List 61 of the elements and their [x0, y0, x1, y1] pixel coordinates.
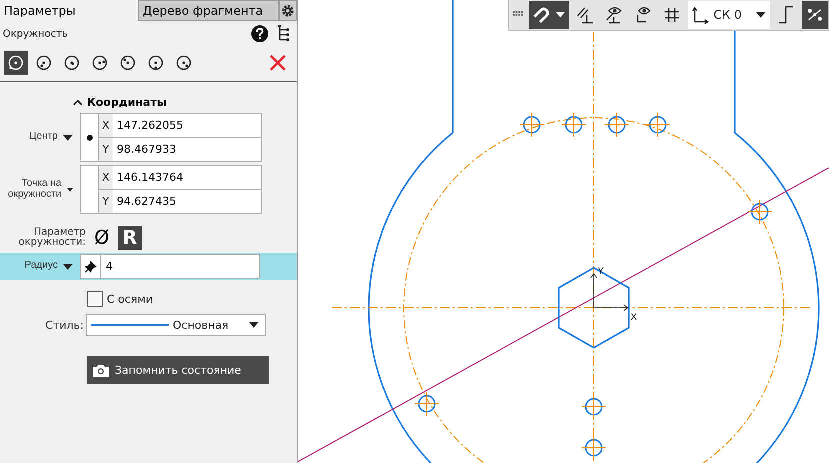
axis-label: Y [99, 138, 113, 161]
panel-title: Окружность [3, 28, 70, 40]
circle-icon [147, 54, 165, 72]
style-label: Стиль: [44, 318, 85, 332]
caret-icon[interactable] [66, 186, 73, 192]
toolbar-button[interactable] [529, 1, 569, 29]
hole [520, 112, 544, 138]
checkbox[interactable] [87, 291, 103, 307]
circle-icon [35, 54, 53, 72]
axis-label: X [631, 312, 638, 322]
circle-icon [119, 54, 137, 72]
settings-button[interactable] [279, 0, 297, 21]
caret-icon [556, 12, 566, 18]
hole [582, 394, 606, 420]
radius-field[interactable]: 4 [101, 254, 260, 279]
eye-icon [604, 6, 623, 24]
coordinate-system-dropdown[interactable]: СК 0 [688, 1, 770, 29]
caret-icon [249, 322, 259, 328]
caret-icon[interactable] [63, 264, 73, 270]
radius-label: Радиус [24, 261, 58, 272]
point-label: Точка на окружности [7, 179, 62, 200]
axis-label: Y [99, 190, 113, 213]
caret-icon [756, 12, 766, 18]
circle-icon [7, 54, 25, 72]
snap-icon [806, 6, 824, 24]
checkbox-label: С осями [107, 292, 154, 306]
circle-icon [91, 54, 109, 72]
panel-tab[interactable]: Дерево фрагмента [138, 0, 279, 21]
grip-icon[interactable] [513, 11, 524, 19]
circle-icon [63, 54, 81, 72]
step-line-icon [778, 6, 794, 24]
point-label: Центр [29, 132, 58, 143]
section-header[interactable]: Координаты [73, 96, 167, 109]
hole [646, 112, 670, 138]
axis-label: X [99, 114, 113, 137]
help-icon[interactable] [251, 25, 269, 43]
close-icon[interactable] [269, 54, 287, 72]
toolbar-button[interactable] [802, 1, 828, 29]
magnet-icon [532, 6, 550, 24]
parameter-label: Параметр окружности: [18, 228, 86, 248]
parallel-lines-icon [576, 6, 594, 24]
caret-icon[interactable] [63, 134, 73, 140]
camera-icon [93, 364, 109, 376]
parameter-option[interactable]: Ø [90, 226, 114, 250]
axes-arrow [590, 273, 629, 312]
hole [604, 112, 630, 138]
axes-icon [692, 6, 710, 24]
axis-label: X [99, 166, 113, 189]
tree-icon[interactable] [277, 25, 291, 43]
circle-mode-button[interactable] [4, 51, 28, 75]
hole [562, 112, 586, 138]
hole [582, 436, 606, 460]
pin-icon[interactable] [84, 260, 96, 272]
grid-icon [664, 7, 680, 23]
save-state-button[interactable]: Запомнить состояние [87, 356, 269, 384]
style-dropdown[interactable]: Основная [86, 314, 266, 336]
settings-icon [281, 4, 295, 18]
circle-icon [175, 54, 193, 72]
hole [414, 392, 440, 416]
hole [748, 200, 772, 224]
parameter-option[interactable]: R [118, 226, 142, 250]
